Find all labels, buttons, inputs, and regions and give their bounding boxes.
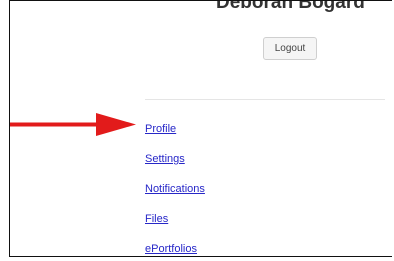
nav-item-notifications: Notifications bbox=[145, 179, 205, 209]
files-link[interactable]: Files bbox=[145, 213, 168, 225]
nav-item-profile: Profile bbox=[145, 119, 205, 149]
red-arrow-icon bbox=[10, 113, 136, 136]
nav-item-settings: Settings bbox=[145, 149, 205, 179]
profile-link[interactable]: Profile bbox=[145, 123, 176, 135]
eportfolios-link[interactable]: ePortfolios bbox=[145, 243, 197, 255]
notifications-link[interactable]: Notifications bbox=[145, 183, 205, 195]
nav-item-files: Files bbox=[145, 209, 205, 239]
user-name: Deborah Bogard bbox=[216, 0, 365, 13]
account-nav: Profile Settings Notifications Files ePo… bbox=[145, 119, 205, 256]
account-panel: Deborah Bogard Logout Profile Settings N… bbox=[9, 0, 392, 257]
divider bbox=[145, 99, 385, 100]
logout-button[interactable]: Logout bbox=[263, 37, 317, 60]
settings-link[interactable]: Settings bbox=[145, 153, 185, 165]
nav-item-eportfolios: ePortfolios bbox=[145, 239, 205, 256]
